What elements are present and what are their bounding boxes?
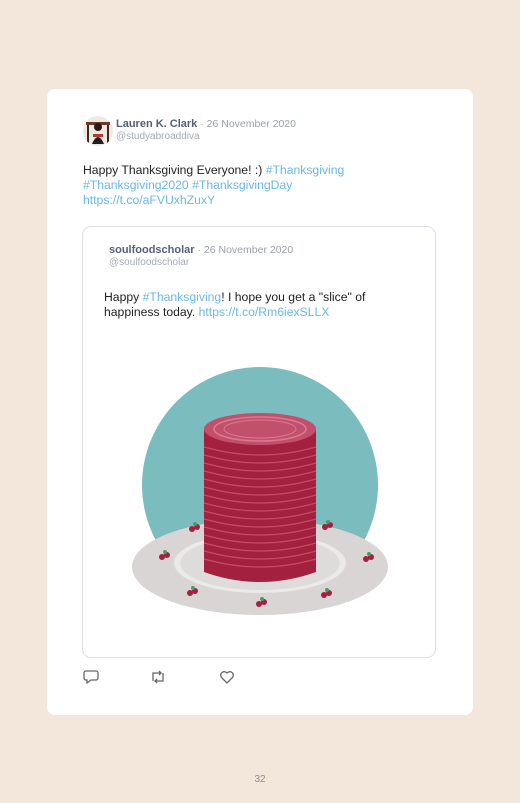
hashtag-link[interactable]: #Thanksgiving2020 xyxy=(83,178,189,192)
hashtag-link[interactable]: #ThanksgivingDay xyxy=(192,178,292,192)
quoted-author: soulfoodscholar · 26 November 2020 xyxy=(109,244,293,256)
hashtag-link[interactable]: #Thanksgiving xyxy=(143,290,222,304)
cranberry-sauce-can-illustration[interactable] xyxy=(132,367,388,630)
quoted-text-before: Happy xyxy=(104,290,143,304)
author-name[interactable]: Lauren K. Clark xyxy=(116,118,197,130)
like-icon[interactable] xyxy=(219,669,235,690)
separator: · xyxy=(194,244,204,256)
quoted-url-link[interactable]: https://t.co/Rm6iexSLLX xyxy=(199,305,330,319)
reply-icon[interactable] xyxy=(83,669,99,690)
tweet-author: Lauren K. Clark · 26 November 2020 xyxy=(116,118,296,131)
hashtag-link[interactable]: #Thanksgiving xyxy=(266,163,345,177)
tweet-actions xyxy=(83,669,283,687)
quoted-tweet[interactable]: soulfoodscholar · 26 November 2020 @soul… xyxy=(82,226,436,658)
separator: · xyxy=(197,118,207,130)
tweet-text: Happy Thanksgiving Everyone! :) #Thanksg… xyxy=(83,163,443,208)
tweet-text-plain: Happy Thanksgiving Everyone! :) xyxy=(83,163,266,177)
quoted-text: Happy #Thanksgiving! I hope you get a "s… xyxy=(104,290,414,320)
quoted-handle[interactable]: @soulfoodscholar xyxy=(109,257,189,268)
tweet-date[interactable]: 26 November 2020 xyxy=(207,118,296,130)
tweet-url-link[interactable]: https://t.co/aFVUxhZuxY xyxy=(83,193,215,207)
avatar[interactable] xyxy=(83,116,113,146)
page-number: 32 xyxy=(254,774,266,785)
quoted-date[interactable]: 26 November 2020 xyxy=(204,244,293,256)
tweet-card: Lauren K. Clark · 26 November 2020 @stud… xyxy=(47,89,473,715)
author-handle[interactable]: @studyabroaddiva xyxy=(116,131,200,142)
retweet-icon[interactable] xyxy=(149,669,167,690)
quoted-author-name[interactable]: soulfoodscholar xyxy=(109,244,195,256)
